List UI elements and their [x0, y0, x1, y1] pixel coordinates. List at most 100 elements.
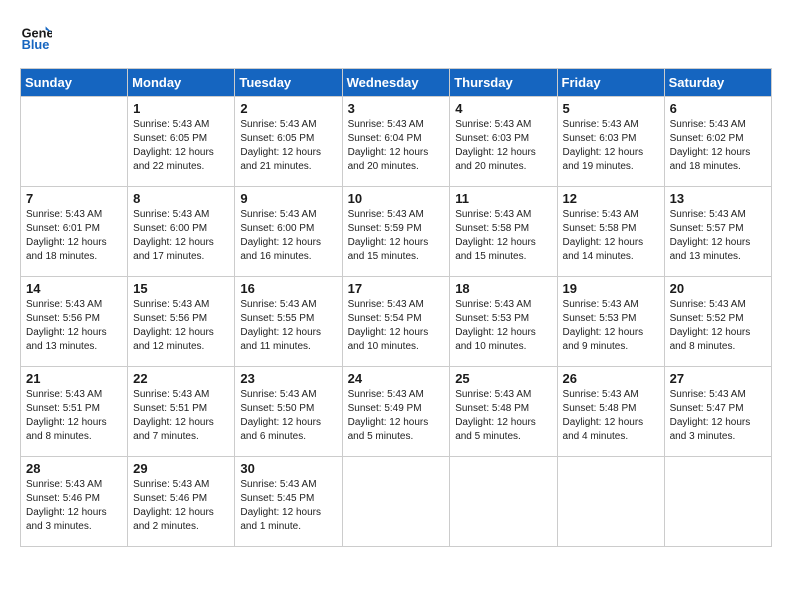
- day-number: 4: [455, 101, 551, 116]
- day-number: 28: [26, 461, 122, 476]
- cell-info: Sunrise: 5:43 AMSunset: 5:57 PMDaylight:…: [670, 208, 766, 264]
- cell-info: Sunrise: 5:43 AMSunset: 5:51 PMDaylight:…: [26, 388, 122, 444]
- cell-info: Sunrise: 5:43 AMSunset: 5:56 PMDaylight:…: [26, 298, 122, 354]
- calendar-cell: 18Sunrise: 5:43 AMSunset: 5:53 PMDayligh…: [450, 277, 557, 367]
- day-number: 13: [670, 191, 766, 206]
- cell-info: Sunrise: 5:43 AMSunset: 5:51 PMDaylight:…: [133, 388, 229, 444]
- cell-info: Sunrise: 5:43 AMSunset: 6:00 PMDaylight:…: [133, 208, 229, 264]
- day-header-monday: Monday: [128, 69, 235, 97]
- day-header-friday: Friday: [557, 69, 664, 97]
- day-header-saturday: Saturday: [664, 69, 771, 97]
- day-number: 9: [240, 191, 336, 206]
- cell-info: Sunrise: 5:43 AMSunset: 5:53 PMDaylight:…: [563, 298, 659, 354]
- header: General Blue: [20, 20, 772, 52]
- day-number: 5: [563, 101, 659, 116]
- cell-info: Sunrise: 5:43 AMSunset: 5:55 PMDaylight:…: [240, 298, 336, 354]
- calendar: SundayMondayTuesdayWednesdayThursdayFrid…: [20, 68, 772, 547]
- calendar-cell: 1 Sunrise: 5:43 AMSunset: 6:05 PMDaylight…: [128, 97, 235, 187]
- day-number: 23: [240, 371, 336, 386]
- calendar-cell: 3 Sunrise: 5:43 AMSunset: 6:04 PMDaylight…: [342, 97, 450, 187]
- calendar-cell: 25 Sunrise: 5:43 AMSunset: 5:48 PMDayligh…: [450, 367, 557, 457]
- cell-info: Sunrise: 5:43 AMSunset: 6:04 PMDaylight:…: [348, 118, 445, 174]
- day-number: 3: [348, 101, 445, 116]
- day-number: 25: [455, 371, 551, 386]
- day-header-tuesday: Tuesday: [235, 69, 342, 97]
- calendar-cell: 11 Sunrise: 5:43 AMSunset: 5:58 PMDayligh…: [450, 187, 557, 277]
- day-number: 7: [26, 191, 122, 206]
- day-number: 27: [670, 371, 766, 386]
- calendar-cell: 16Sunrise: 5:43 AMSunset: 5:55 PMDayligh…: [235, 277, 342, 367]
- logo: General Blue: [20, 20, 56, 52]
- calendar-cell: [342, 457, 450, 547]
- calendar-cell: 23 Sunrise: 5:43 AMSunset: 5:50 PMDayligh…: [235, 367, 342, 457]
- week-row-4: 21 Sunrise: 5:43 AMSunset: 5:51 PMDayligh…: [21, 367, 772, 457]
- day-number: 22: [133, 371, 229, 386]
- logo-icon: General Blue: [20, 20, 52, 52]
- calendar-cell: 13 Sunrise: 5:43 AMSunset: 5:57 PMDayligh…: [664, 187, 771, 277]
- day-number: 1: [133, 101, 229, 116]
- cell-info: Sunrise: 5:43 AMSunset: 6:05 PMDaylight:…: [240, 118, 336, 174]
- calendar-cell: 14 Sunrise: 5:43 AMSunset: 5:56 PMDayligh…: [21, 277, 128, 367]
- day-number: 12: [563, 191, 659, 206]
- week-row-5: 28 Sunrise: 5:43 AMSunset: 5:46 PMDayligh…: [21, 457, 772, 547]
- calendar-cell: 8 Sunrise: 5:43 AMSunset: 6:00 PMDaylight…: [128, 187, 235, 277]
- cell-info: Sunrise: 5:43 AMSunset: 5:56 PMDaylight:…: [133, 298, 229, 354]
- cell-info: Sunrise: 5:43 AMSunset: 6:05 PMDaylight:…: [133, 118, 229, 174]
- calendar-cell: 12 Sunrise: 5:43 AMSunset: 5:58 PMDayligh…: [557, 187, 664, 277]
- week-row-1: 1 Sunrise: 5:43 AMSunset: 6:05 PMDaylight…: [21, 97, 772, 187]
- cell-info: Sunrise: 5:43 AMSunset: 5:47 PMDaylight:…: [670, 388, 766, 444]
- day-header-sunday: Sunday: [21, 69, 128, 97]
- day-number: 24: [348, 371, 445, 386]
- cell-info: Sunrise: 5:43 AMSunset: 5:50 PMDaylight:…: [240, 388, 336, 444]
- cell-info: Sunrise: 5:43 AMSunset: 6:02 PMDaylight:…: [670, 118, 766, 174]
- calendar-cell: 20Sunrise: 5:43 AMSunset: 5:52 PMDayligh…: [664, 277, 771, 367]
- cell-info: Sunrise: 5:43 AMSunset: 5:54 PMDaylight:…: [348, 298, 445, 354]
- calendar-cell: 28 Sunrise: 5:43 AMSunset: 5:46 PMDayligh…: [21, 457, 128, 547]
- calendar-cell: 17Sunrise: 5:43 AMSunset: 5:54 PMDayligh…: [342, 277, 450, 367]
- calendar-cell: 4 Sunrise: 5:43 AMSunset: 6:03 PMDaylight…: [450, 97, 557, 187]
- calendar-cell: 19 Sunrise: 5:43 AMSunset: 5:53 PMDayligh…: [557, 277, 664, 367]
- cell-info: Sunrise: 5:43 AMSunset: 5:59 PMDaylight:…: [348, 208, 445, 264]
- day-number: 19: [563, 281, 659, 296]
- cell-info: Sunrise: 5:43 AMSunset: 5:49 PMDaylight:…: [348, 388, 445, 444]
- calendar-cell: 30 Sunrise: 5:43 AMSunset: 5:45 PMDayligh…: [235, 457, 342, 547]
- calendar-cell: 10 Sunrise: 5:43 AMSunset: 5:59 PMDayligh…: [342, 187, 450, 277]
- calendar-cell: 9 Sunrise: 5:43 AMSunset: 6:00 PMDaylight…: [235, 187, 342, 277]
- calendar-cell: [664, 457, 771, 547]
- calendar-cell: 5 Sunrise: 5:43 AMSunset: 6:03 PMDaylight…: [557, 97, 664, 187]
- day-number: 26: [563, 371, 659, 386]
- week-row-2: 7Sunrise: 5:43 AMSunset: 6:01 PMDaylight…: [21, 187, 772, 277]
- calendar-cell: [21, 97, 128, 187]
- day-number: 21: [26, 371, 122, 386]
- calendar-header-row: SundayMondayTuesdayWednesdayThursdayFrid…: [21, 69, 772, 97]
- day-number: 8: [133, 191, 229, 206]
- calendar-cell: [450, 457, 557, 547]
- day-number: 18: [455, 281, 551, 296]
- day-number: 11: [455, 191, 551, 206]
- calendar-cell: 29 Sunrise: 5:43 AMSunset: 5:46 PMDayligh…: [128, 457, 235, 547]
- cell-info: Sunrise: 5:43 AMSunset: 6:00 PMDaylight:…: [240, 208, 336, 264]
- calendar-cell: [557, 457, 664, 547]
- day-number: 14: [26, 281, 122, 296]
- day-number: 29: [133, 461, 229, 476]
- day-number: 20: [670, 281, 766, 296]
- cell-info: Sunrise: 5:43 AMSunset: 6:03 PMDaylight:…: [563, 118, 659, 174]
- cell-info: Sunrise: 5:43 AMSunset: 5:46 PMDaylight:…: [133, 478, 229, 534]
- cell-info: Sunrise: 5:43 AMSunset: 5:48 PMDaylight:…: [563, 388, 659, 444]
- calendar-cell: 7Sunrise: 5:43 AMSunset: 6:01 PMDaylight…: [21, 187, 128, 277]
- cell-info: Sunrise: 5:43 AMSunset: 5:58 PMDaylight:…: [563, 208, 659, 264]
- cell-info: Sunrise: 5:43 AMSunset: 5:46 PMDaylight:…: [26, 478, 122, 534]
- calendar-cell: 6 Sunrise: 5:43 AMSunset: 6:02 PMDaylight…: [664, 97, 771, 187]
- calendar-cell: 15Sunrise: 5:43 AMSunset: 5:56 PMDayligh…: [128, 277, 235, 367]
- calendar-cell: 26 Sunrise: 5:43 AMSunset: 5:48 PMDayligh…: [557, 367, 664, 457]
- week-row-3: 14 Sunrise: 5:43 AMSunset: 5:56 PMDayligh…: [21, 277, 772, 367]
- cell-info: Sunrise: 5:43 AMSunset: 5:48 PMDaylight:…: [455, 388, 551, 444]
- day-number: 6: [670, 101, 766, 116]
- day-header-thursday: Thursday: [450, 69, 557, 97]
- cell-info: Sunrise: 5:43 AMSunset: 5:58 PMDaylight:…: [455, 208, 551, 264]
- cell-info: Sunrise: 5:43 AMSunset: 5:45 PMDaylight:…: [240, 478, 336, 534]
- calendar-cell: 24 Sunrise: 5:43 AMSunset: 5:49 PMDayligh…: [342, 367, 450, 457]
- day-number: 10: [348, 191, 445, 206]
- cell-info: Sunrise: 5:43 AMSunset: 6:03 PMDaylight:…: [455, 118, 551, 174]
- day-number: 30: [240, 461, 336, 476]
